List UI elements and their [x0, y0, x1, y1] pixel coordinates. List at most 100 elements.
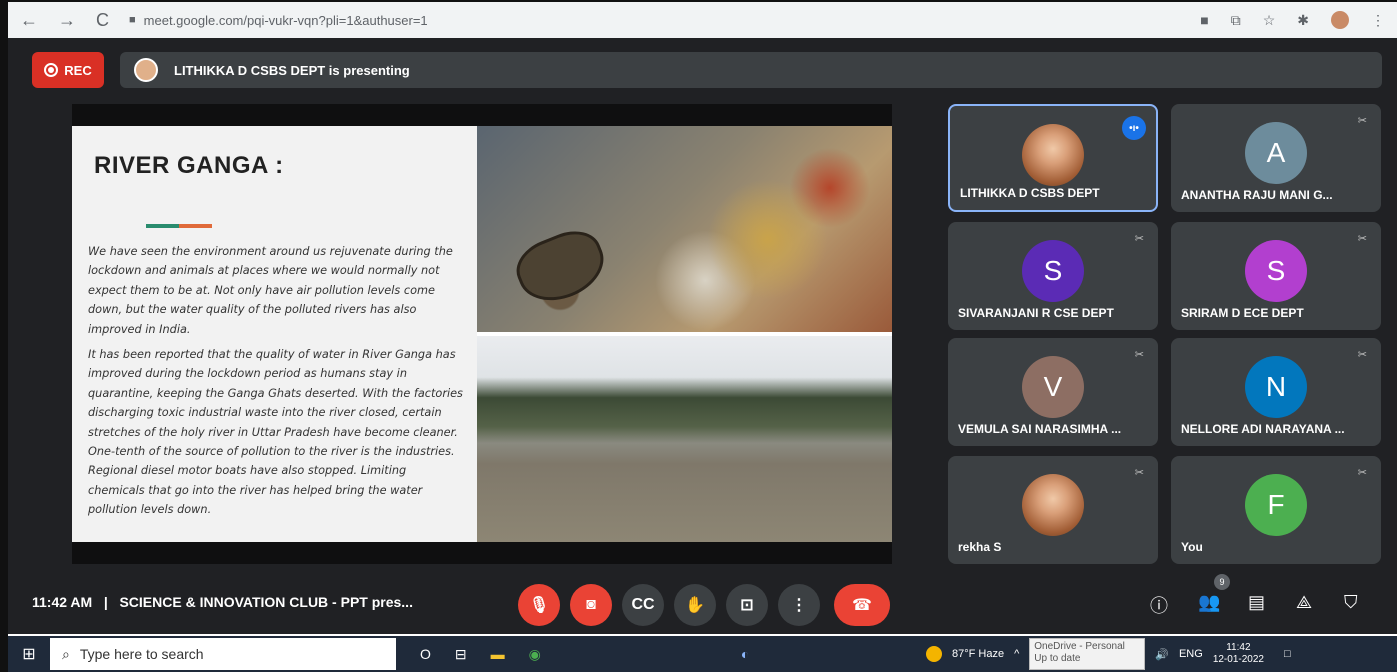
- mic-muted-icon: ✂: [1134, 349, 1144, 361]
- participant-name: SRIRAM D ECE DEPT: [1181, 306, 1304, 320]
- participant-avatar: [1022, 474, 1084, 536]
- participant-tile[interactable]: V ✂ VEMULA SAI NARASIMHA ...: [948, 338, 1158, 446]
- camera-off-icon: ◙: [586, 596, 596, 613]
- slide-text-panel: RIVER GANGA : We have seen the environme…: [72, 126, 477, 542]
- reload-icon[interactable]: C: [96, 10, 109, 31]
- recording-badge[interactable]: REC: [32, 52, 104, 88]
- slide: RIVER GANGA : We have seen the environme…: [72, 126, 892, 542]
- more-options-button[interactable]: ⋮: [778, 584, 820, 626]
- present-button[interactable]: ⊡: [726, 584, 768, 626]
- onedrive-title: OneDrive - Personal: [1034, 641, 1125, 652]
- rec-label: REC: [64, 62, 92, 78]
- chrome-icon[interactable]: ◉: [529, 646, 541, 663]
- notifications-icon[interactable]: □: [1284, 648, 1291, 660]
- participant-tile[interactable]: •ı• LITHIKKA D CSBS DEPT: [948, 104, 1158, 212]
- participant-tile[interactable]: A ✂ ANANTHA RAJU MANI G...: [1171, 104, 1381, 212]
- bookmark-star-icon[interactable]: ☆: [1263, 12, 1276, 29]
- activities-button[interactable]: ⟁: [1296, 592, 1312, 613]
- screen: ← → C ■ meet.google.com/pqi-vukr-vqn?pli…: [0, 0, 1397, 672]
- participant-name: SIVARANJANI R CSE DEPT: [958, 306, 1114, 320]
- task-view-icon[interactable]: ⊟: [455, 646, 467, 663]
- file-explorer-icon[interactable]: ▬: [491, 646, 505, 662]
- participant-tile[interactable]: ✂ rekha S: [948, 456, 1158, 564]
- mic-muted-icon: ✂: [1357, 233, 1367, 245]
- weather-text[interactable]: 87°F Haze: [952, 648, 1004, 660]
- language-indicator[interactable]: ENG: [1179, 648, 1203, 660]
- chat-icon: ▤: [1248, 592, 1266, 612]
- end-call-button[interactable]: ☎: [834, 584, 890, 626]
- slide-paragraph-2: It has been reported that the quality of…: [88, 348, 463, 517]
- participant-tile[interactable]: S ✂ SIVARANJANI R CSE DEPT: [948, 222, 1158, 330]
- raise-hand-button[interactable]: ✋: [674, 584, 716, 626]
- browser-toolbar: ← → C ■ meet.google.com/pqi-vukr-vqn?pli…: [8, 0, 1397, 38]
- participant-name: You: [1181, 540, 1203, 554]
- info-button[interactable]: ⓘ: [1150, 592, 1168, 618]
- mic-muted-icon: ✂: [1134, 467, 1144, 479]
- participant-avatar: N: [1245, 356, 1307, 418]
- back-icon[interactable]: ←: [20, 10, 38, 31]
- address-bar[interactable]: meet.google.com/pqi-vukr-vqn?pli=1&authu…: [144, 13, 428, 28]
- clock[interactable]: 11:42 12-01-2022: [1213, 642, 1264, 666]
- mic-muted-icon: ✂: [1357, 115, 1367, 127]
- presentation-stage: RIVER GANGA : We have seen the environme…: [72, 104, 892, 564]
- people-button[interactable]: 👥: [1198, 592, 1220, 613]
- mic-muted-icon: ✂: [1357, 467, 1367, 479]
- participant-name: NELLORE ADI NARAYANA ...: [1181, 422, 1345, 436]
- meeting-info: 11:42 AM | SCIENCE & INNOVATION CLUB - P…: [32, 594, 413, 610]
- people-icon: 👥: [1198, 592, 1221, 612]
- captions-icon: CC: [631, 596, 655, 613]
- forward-icon[interactable]: →: [58, 10, 76, 31]
- participant-tile[interactable]: F ✂ You: [1171, 456, 1381, 564]
- meeting-time: 11:42 AM: [32, 594, 93, 610]
- app-icon[interactable]: ◐: [741, 646, 749, 662]
- profile-avatar-icon[interactable]: [1331, 11, 1349, 29]
- participant-name: ANANTHA RAJU MANI G...: [1181, 188, 1333, 202]
- chat-button[interactable]: ▤: [1248, 592, 1265, 613]
- search-placeholder: Type here to search: [79, 646, 204, 662]
- camera-indicator-icon[interactable]: ■: [1200, 12, 1208, 28]
- windows-taskbar: ⊞ ⌕ Type here to search O ⊟ ▬ ◉ ◐ 87°F H…: [8, 636, 1397, 672]
- menu-icon[interactable]: ⋮: [1371, 12, 1385, 29]
- clock-date: 12-01-2022: [1212, 654, 1264, 665]
- activities-icon: ⟁: [1296, 592, 1313, 612]
- more-vert-icon: ⋮: [791, 597, 807, 614]
- presenter-avatar: [134, 58, 158, 82]
- shield-icon: ⛉: [1344, 592, 1358, 612]
- mic-off-button[interactable]: 🎙: [518, 584, 560, 626]
- participant-avatar: F: [1245, 474, 1307, 536]
- participant-avatar: [1022, 124, 1084, 186]
- slide-paragraph-1: We have seen the environment around us r…: [88, 245, 453, 336]
- captions-button[interactable]: CC: [622, 584, 664, 626]
- chevron-up-icon[interactable]: ^: [1014, 648, 1019, 660]
- mic-off-icon: 🎙: [528, 597, 550, 614]
- meeting-controls-bar: 11:42 AM | SCIENCE & INNOVATION CLUB - P…: [8, 574, 1397, 634]
- mic-muted-icon: ✂: [1134, 233, 1144, 245]
- participant-avatar: A: [1245, 122, 1307, 184]
- participant-avatar: S: [1022, 240, 1084, 302]
- taskbar-search[interactable]: ⌕ Type here to search: [50, 638, 396, 670]
- left-edge: [0, 0, 8, 672]
- extensions-icon[interactable]: ✱: [1297, 12, 1309, 29]
- browser-actions: ■ ⧉ ☆ ✱ ⋮: [1200, 11, 1385, 29]
- camera-off-button[interactable]: ◙: [570, 584, 612, 626]
- participant-name: VEMULA SAI NARASIMHA ...: [958, 422, 1122, 436]
- cortana-icon[interactable]: O: [420, 646, 431, 662]
- system-tray: 87°F Haze ^ OneDrive - Personal Up to da…: [926, 636, 1291, 672]
- clock-time: 11:42: [1226, 642, 1251, 653]
- slide-title: RIVER GANGA :: [94, 152, 284, 179]
- lock-icon[interactable]: ■: [129, 14, 136, 26]
- participant-tile[interactable]: S ✂ SRIRAM D ECE DEPT: [1171, 222, 1381, 330]
- host-controls-button[interactable]: ⛉: [1344, 592, 1358, 613]
- participant-name: rekha S: [958, 540, 1002, 554]
- presenting-text: LITHIKKA D CSBS DEPT is presenting: [174, 62, 410, 78]
- participant-name: LITHIKKA D CSBS DEPT: [960, 186, 1100, 200]
- search-icon: ⌕: [62, 645, 70, 662]
- participant-tile[interactable]: N ✂ NELLORE ADI NARAYANA ...: [1171, 338, 1381, 446]
- participant-avatar: V: [1022, 356, 1084, 418]
- presenting-banner[interactable]: LITHIKKA D CSBS DEPT is presenting: [120, 52, 1382, 88]
- windows-start-icon[interactable]: ⊞: [8, 644, 50, 664]
- share-icon[interactable]: ⧉: [1231, 12, 1241, 29]
- speaker-icon[interactable]: 🔊: [1155, 648, 1169, 661]
- hand-icon: ✋: [685, 597, 705, 614]
- meeting-name: SCIENCE & INNOVATION CLUB - PPT pres...: [119, 594, 413, 610]
